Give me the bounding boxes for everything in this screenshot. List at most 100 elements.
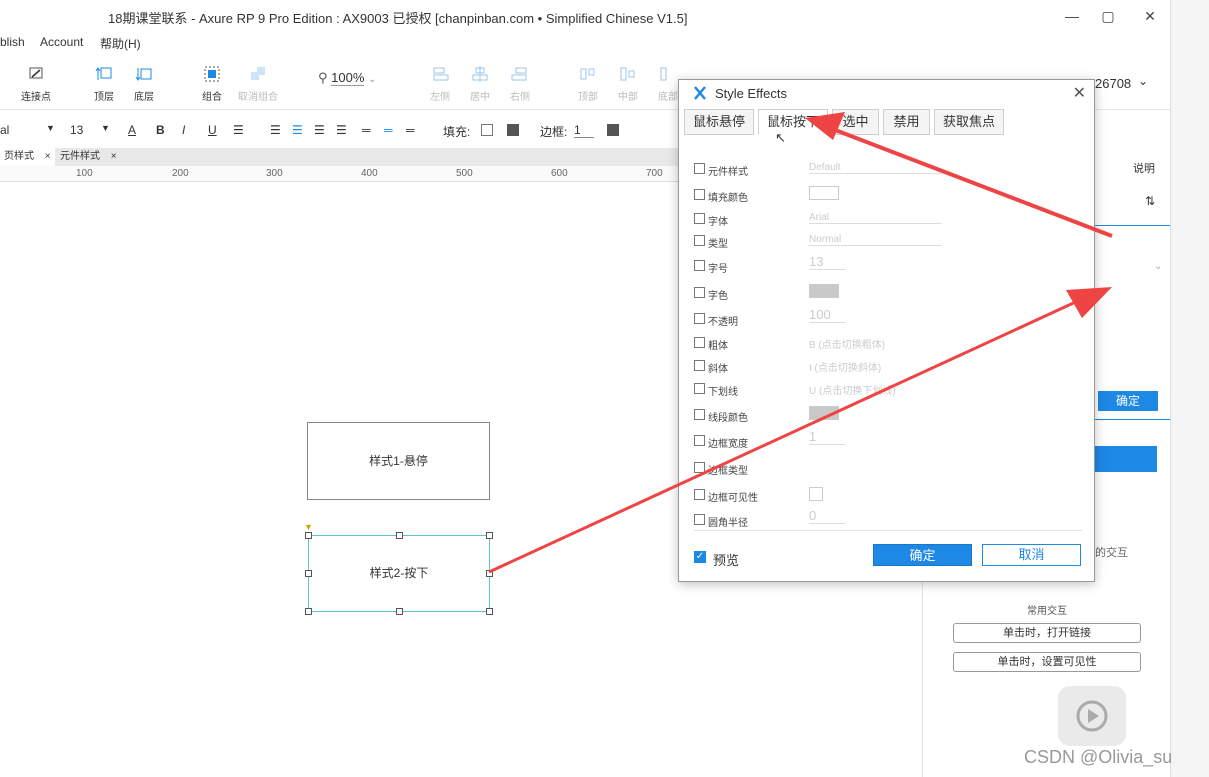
property-value[interactable]: I (点击切换斜体) <box>809 359 881 374</box>
property-checkbox[interactable] <box>694 235 705 246</box>
italic-icon[interactable]: I <box>182 123 185 137</box>
property-checkbox[interactable] <box>694 409 705 420</box>
property-checkbox[interactable] <box>694 163 705 174</box>
property-checkbox[interactable] <box>694 189 705 200</box>
property-value[interactable]: 1 <box>809 429 845 445</box>
user-id[interactable]: 26708 <box>1095 76 1131 91</box>
ok-button[interactable]: 确定 <box>873 544 972 566</box>
property-label: 边框类型 <box>708 466 748 477</box>
property-value[interactable]: Normal <box>809 234 941 246</box>
underline-icon[interactable]: U <box>208 123 217 137</box>
close-icon[interactable]: ✕ <box>1073 83 1086 103</box>
resize-handle[interactable] <box>486 532 493 539</box>
property-checkbox[interactable] <box>694 213 705 224</box>
interaction-confirm-button[interactable]: 确定 <box>1098 391 1158 411</box>
valign-top-icon[interactable]: ═ <box>362 123 371 137</box>
property-checkbox[interactable] <box>694 337 705 348</box>
property-color-swatch[interactable] <box>809 406 839 420</box>
property-checkbox[interactable] <box>694 489 705 500</box>
connect-tool[interactable]: 连接点 <box>12 58 60 108</box>
property-checkbox[interactable] <box>694 514 705 525</box>
border-label: 边框: <box>540 125 568 139</box>
valign-bottom-icon[interactable]: ═ <box>406 123 415 137</box>
rotate-handle-icon[interactable]: ▼ <box>304 522 313 532</box>
font-select[interactable]: al <box>0 123 9 137</box>
font-size-select[interactable]: 13 <box>70 123 83 137</box>
resize-handle[interactable] <box>396 608 403 615</box>
property-value[interactable]: 100 <box>809 307 845 323</box>
property-value[interactable]: B (点击切换粗体) <box>809 336 885 351</box>
tab-page-style[interactable]: 页样式 × <box>0 148 55 166</box>
zoom-control[interactable]: ⚲ 100% ⌄ <box>318 70 376 86</box>
click-open-link-button[interactable]: 单击时，打开链接 <box>953 623 1141 643</box>
chevron-down-icon: ▼ <box>46 123 55 133</box>
shape-hover-style[interactable]: 样式1-悬停 <box>307 422 490 500</box>
property-value[interactable]: Arial <box>809 212 941 224</box>
property-color-swatch[interactable] <box>809 186 839 200</box>
tab-disabled[interactable]: 禁用 <box>883 109 930 135</box>
property-checkbox[interactable] <box>694 313 705 324</box>
dialog-footer: ✓ 预览 确定 取消 <box>679 528 1094 582</box>
tab-focus[interactable]: 获取焦点 <box>934 109 1004 135</box>
minimize-button[interactable]: — <box>1058 6 1086 26</box>
border-color-swatch[interactable] <box>607 124 619 136</box>
property-color-swatch[interactable] <box>809 284 839 298</box>
property-checkbox[interactable] <box>694 360 705 371</box>
bold-icon[interactable]: B <box>156 123 165 137</box>
click-set-visibility-button[interactable]: 单击时，设置可见性 <box>953 652 1141 672</box>
close-icon[interactable]: × <box>45 151 51 162</box>
property-label: 元件样式 <box>708 167 748 178</box>
shape-pressed-style[interactable]: 样式2-按下 <box>308 535 490 612</box>
list-icon[interactable]: ☰ <box>233 123 244 137</box>
property-checkbox[interactable] <box>694 462 705 473</box>
ungroup-tool[interactable]: 取消组合 <box>234 58 282 108</box>
common-interactions-label: 常用交互 <box>1027 606 1067 617</box>
align-right-tool[interactable]: 右侧 <box>496 58 544 108</box>
property-value[interactable]: 0 <box>809 508 845 524</box>
property-label: 字体 <box>708 217 728 228</box>
tab-mouse-down[interactable]: 鼠标按下 <box>758 109 828 135</box>
property-value[interactable]: 13 <box>809 254 845 270</box>
preview-checkbox[interactable]: ✓ <box>694 551 706 563</box>
csdn-watermark: CSDN @Olivia_su <box>1024 747 1173 767</box>
property-label: 圆角半径 <box>708 518 748 529</box>
fill-color-swatch[interactable] <box>481 124 493 136</box>
property-checkbox[interactable] <box>694 383 705 394</box>
property-checkbox[interactable] <box>694 260 705 271</box>
align-left-text-icon[interactable]: ☰ <box>270 123 281 137</box>
align-center-text-icon[interactable]: ☰ <box>292 123 303 137</box>
border-width-input[interactable]: 1 <box>574 123 594 138</box>
property-checkbox[interactable] <box>694 287 705 298</box>
tab-mouse-hover[interactable]: 鼠标悬停 <box>684 109 754 135</box>
property-value[interactable]: U (点击切换下划线) <box>809 382 896 397</box>
cancel-button[interactable]: 取消 <box>982 544 1081 566</box>
menu-publish[interactable]: blish <box>0 35 25 49</box>
align-right-text-icon[interactable]: ☰ <box>314 123 325 137</box>
resize-handle[interactable] <box>486 608 493 615</box>
property-value[interactable]: Default <box>809 162 941 174</box>
property-toggle-box[interactable] <box>809 487 823 501</box>
property-checkbox[interactable] <box>694 435 705 446</box>
send-back-tool[interactable]: 底层 <box>120 58 168 108</box>
group-tool[interactable]: 组合 <box>188 58 236 108</box>
shadow-swatch[interactable] <box>507 124 519 136</box>
explain-label[interactable]: 说明 <box>1133 160 1155 176</box>
font-color-icon[interactable]: A <box>128 123 136 137</box>
resize-handle[interactable] <box>305 608 312 615</box>
resize-handle[interactable] <box>486 570 493 577</box>
menu-account[interactable]: Account <box>40 35 83 49</box>
menu-help[interactable]: 帮助(H) <box>100 35 141 52</box>
group-icon <box>204 66 220 82</box>
maximize-button[interactable]: ▢ <box>1094 6 1122 26</box>
resize-handle[interactable] <box>396 532 403 539</box>
close-window-button[interactable]: ✕ <box>1136 6 1164 26</box>
valign-middle-icon[interactable]: ═ <box>384 123 393 137</box>
resize-handle[interactable] <box>305 570 312 577</box>
justify-icon[interactable]: ☰ <box>336 123 347 137</box>
tab-widget-style[interactable]: 元件样式 × <box>56 148 121 166</box>
settings-sliders-icon[interactable]: ⇅ <box>1145 194 1155 208</box>
tab-selected[interactable]: 选中 <box>832 109 879 135</box>
resize-handle[interactable] <box>305 532 312 539</box>
property-label: 粗体 <box>708 341 728 352</box>
close-icon[interactable]: × <box>111 151 117 162</box>
